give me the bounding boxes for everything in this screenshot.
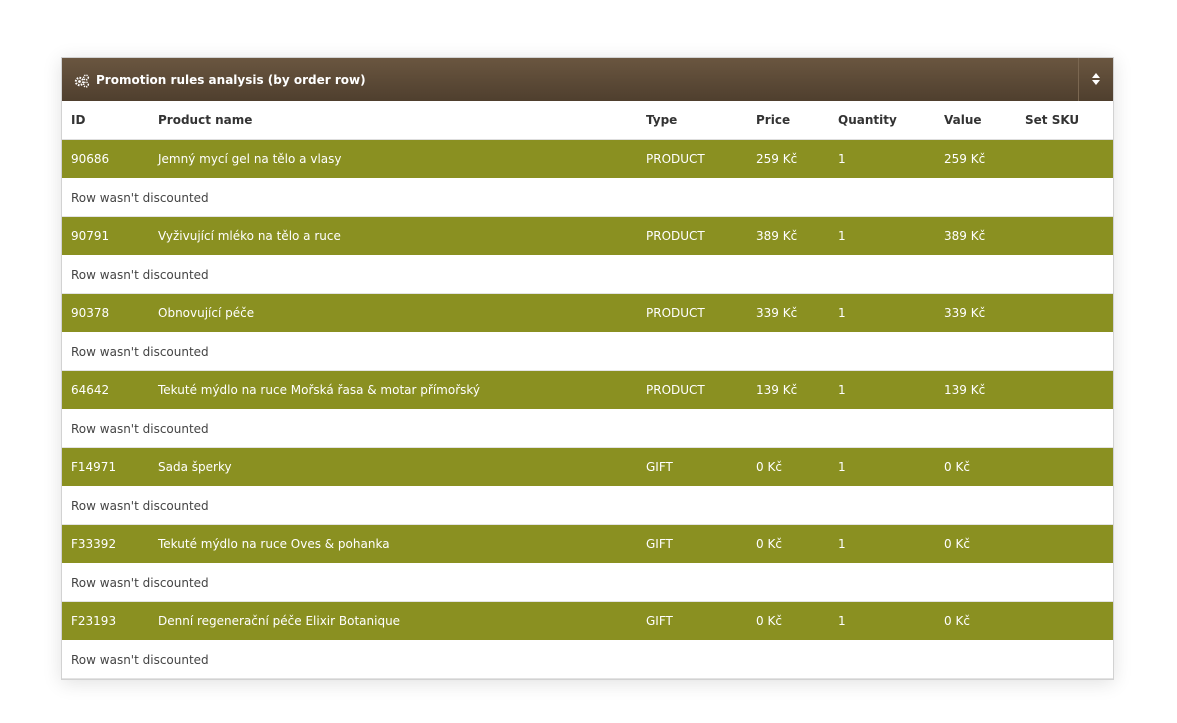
cell-set-sku (1016, 447, 1113, 487)
product-row: 90686 Jemný mycí gel na tělo a vlasy PRO… (62, 139, 1113, 179)
panel-title: Promotion rules analysis (by order row) (96, 72, 366, 87)
cell-type: GIFT (637, 601, 747, 641)
discount-note: Row wasn't discounted (62, 486, 1113, 525)
cell-product-name: Obnovující péče (149, 293, 637, 333)
discount-note-row: Row wasn't discounted (62, 563, 1113, 602)
cell-quantity: 1 (829, 216, 935, 256)
discount-note-row: Row wasn't discounted (62, 332, 1113, 371)
discount-note-row: Row wasn't discounted (62, 486, 1113, 525)
cell-price: 139 Kč (747, 370, 829, 410)
cell-type: PRODUCT (637, 370, 747, 410)
cell-id: 90791 (62, 216, 149, 256)
column-header-type: Type (637, 101, 747, 140)
cell-price: 389 Kč (747, 216, 829, 256)
discount-note: Row wasn't discounted (62, 178, 1113, 217)
product-row: 90378 Obnovující péče PRODUCT 339 Kč 1 3… (62, 293, 1113, 333)
product-row: F33392 Tekuté mýdlo na ruce Oves & pohan… (62, 524, 1113, 564)
cell-value: 389 Kč (935, 216, 1016, 256)
product-row: F14971 Sada šperky GIFT 0 Kč 1 0 Kč (62, 447, 1113, 487)
discount-note-row: Row wasn't discounted (62, 640, 1113, 679)
column-header-product-name: Product name (149, 101, 637, 140)
discount-note-row: Row wasn't discounted (62, 409, 1113, 448)
cell-type: PRODUCT (637, 139, 747, 179)
cell-value: 0 Kč (935, 447, 1016, 487)
cell-id: F23193 (62, 601, 149, 641)
sort-arrows-icon (1092, 70, 1100, 89)
discount-note-row: Row wasn't discounted (62, 255, 1113, 294)
column-header-set-sku: Set SKU (1016, 101, 1113, 140)
cell-product-name: Tekuté mýdlo na ruce Oves & pohanka (149, 524, 637, 564)
cell-quantity: 1 (829, 447, 935, 487)
cell-type: GIFT (637, 524, 747, 564)
cell-set-sku (1016, 370, 1113, 410)
cell-set-sku (1016, 139, 1113, 179)
cell-set-sku (1016, 524, 1113, 564)
cell-value: 0 Kč (935, 524, 1016, 564)
column-header-price: Price (747, 101, 829, 140)
cell-price: 0 Kč (747, 524, 829, 564)
cell-value: 339 Kč (935, 293, 1016, 333)
table-header-row: ID Product name Type Price Quantity Valu… (62, 101, 1113, 140)
product-row: 90791 Vyživující mléko na tělo a ruce PR… (62, 216, 1113, 256)
discount-note: Row wasn't discounted (62, 409, 1113, 448)
cell-type: GIFT (637, 447, 747, 487)
panel-header: Promotion rules analysis (by order row) (62, 58, 1113, 101)
cell-product-name: Sada šperky (149, 447, 637, 487)
cell-price: 0 Kč (747, 447, 829, 487)
cell-type: PRODUCT (637, 216, 747, 256)
cell-set-sku (1016, 216, 1113, 256)
cell-value: 0 Kč (935, 601, 1016, 641)
cell-value: 259 Kč (935, 139, 1016, 179)
cell-quantity: 1 (829, 370, 935, 410)
discount-note-row: Row wasn't discounted (62, 178, 1113, 217)
cell-product-name: Jemný mycí gel na tělo a vlasy (149, 139, 637, 179)
column-header-id: ID (62, 101, 149, 140)
column-header-quantity: Quantity (829, 101, 935, 140)
cell-value: 139 Kč (935, 370, 1016, 410)
cell-id: 90378 (62, 293, 149, 333)
cell-id: 90686 (62, 139, 149, 179)
cell-type: PRODUCT (637, 293, 747, 333)
cell-quantity: 1 (829, 601, 935, 641)
cell-product-name: Vyživující mléko na tělo a ruce (149, 216, 637, 256)
cell-quantity: 1 (829, 293, 935, 333)
promotion-rules-table: ID Product name Type Price Quantity Valu… (62, 101, 1113, 679)
cell-set-sku (1016, 601, 1113, 641)
discount-note: Row wasn't discounted (62, 255, 1113, 294)
cell-price: 339 Kč (747, 293, 829, 333)
cell-price: 0 Kč (747, 601, 829, 641)
product-row: 64642 Tekuté mýdlo na ruce Mořská řasa &… (62, 370, 1113, 410)
cell-set-sku (1016, 293, 1113, 333)
discount-note: Row wasn't discounted (62, 640, 1113, 679)
column-header-value: Value (935, 101, 1016, 140)
cell-id: F14971 (62, 447, 149, 487)
product-row: F23193 Denní regenerační péče Elixir Bot… (62, 601, 1113, 641)
collapse-toggle-button[interactable] (1078, 58, 1113, 101)
cell-price: 259 Kč (747, 139, 829, 179)
promotion-rules-panel: Promotion rules analysis (by order row) … (61, 57, 1114, 680)
cell-id: F33392 (62, 524, 149, 564)
gears-icon (74, 73, 90, 88)
cell-product-name: Tekuté mýdlo na ruce Mořská řasa & motar… (149, 370, 637, 410)
discount-note: Row wasn't discounted (62, 563, 1113, 602)
cell-quantity: 1 (829, 139, 935, 179)
discount-note: Row wasn't discounted (62, 332, 1113, 371)
cell-product-name: Denní regenerační péče Elixir Botanique (149, 601, 637, 641)
cell-quantity: 1 (829, 524, 935, 564)
cell-id: 64642 (62, 370, 149, 410)
